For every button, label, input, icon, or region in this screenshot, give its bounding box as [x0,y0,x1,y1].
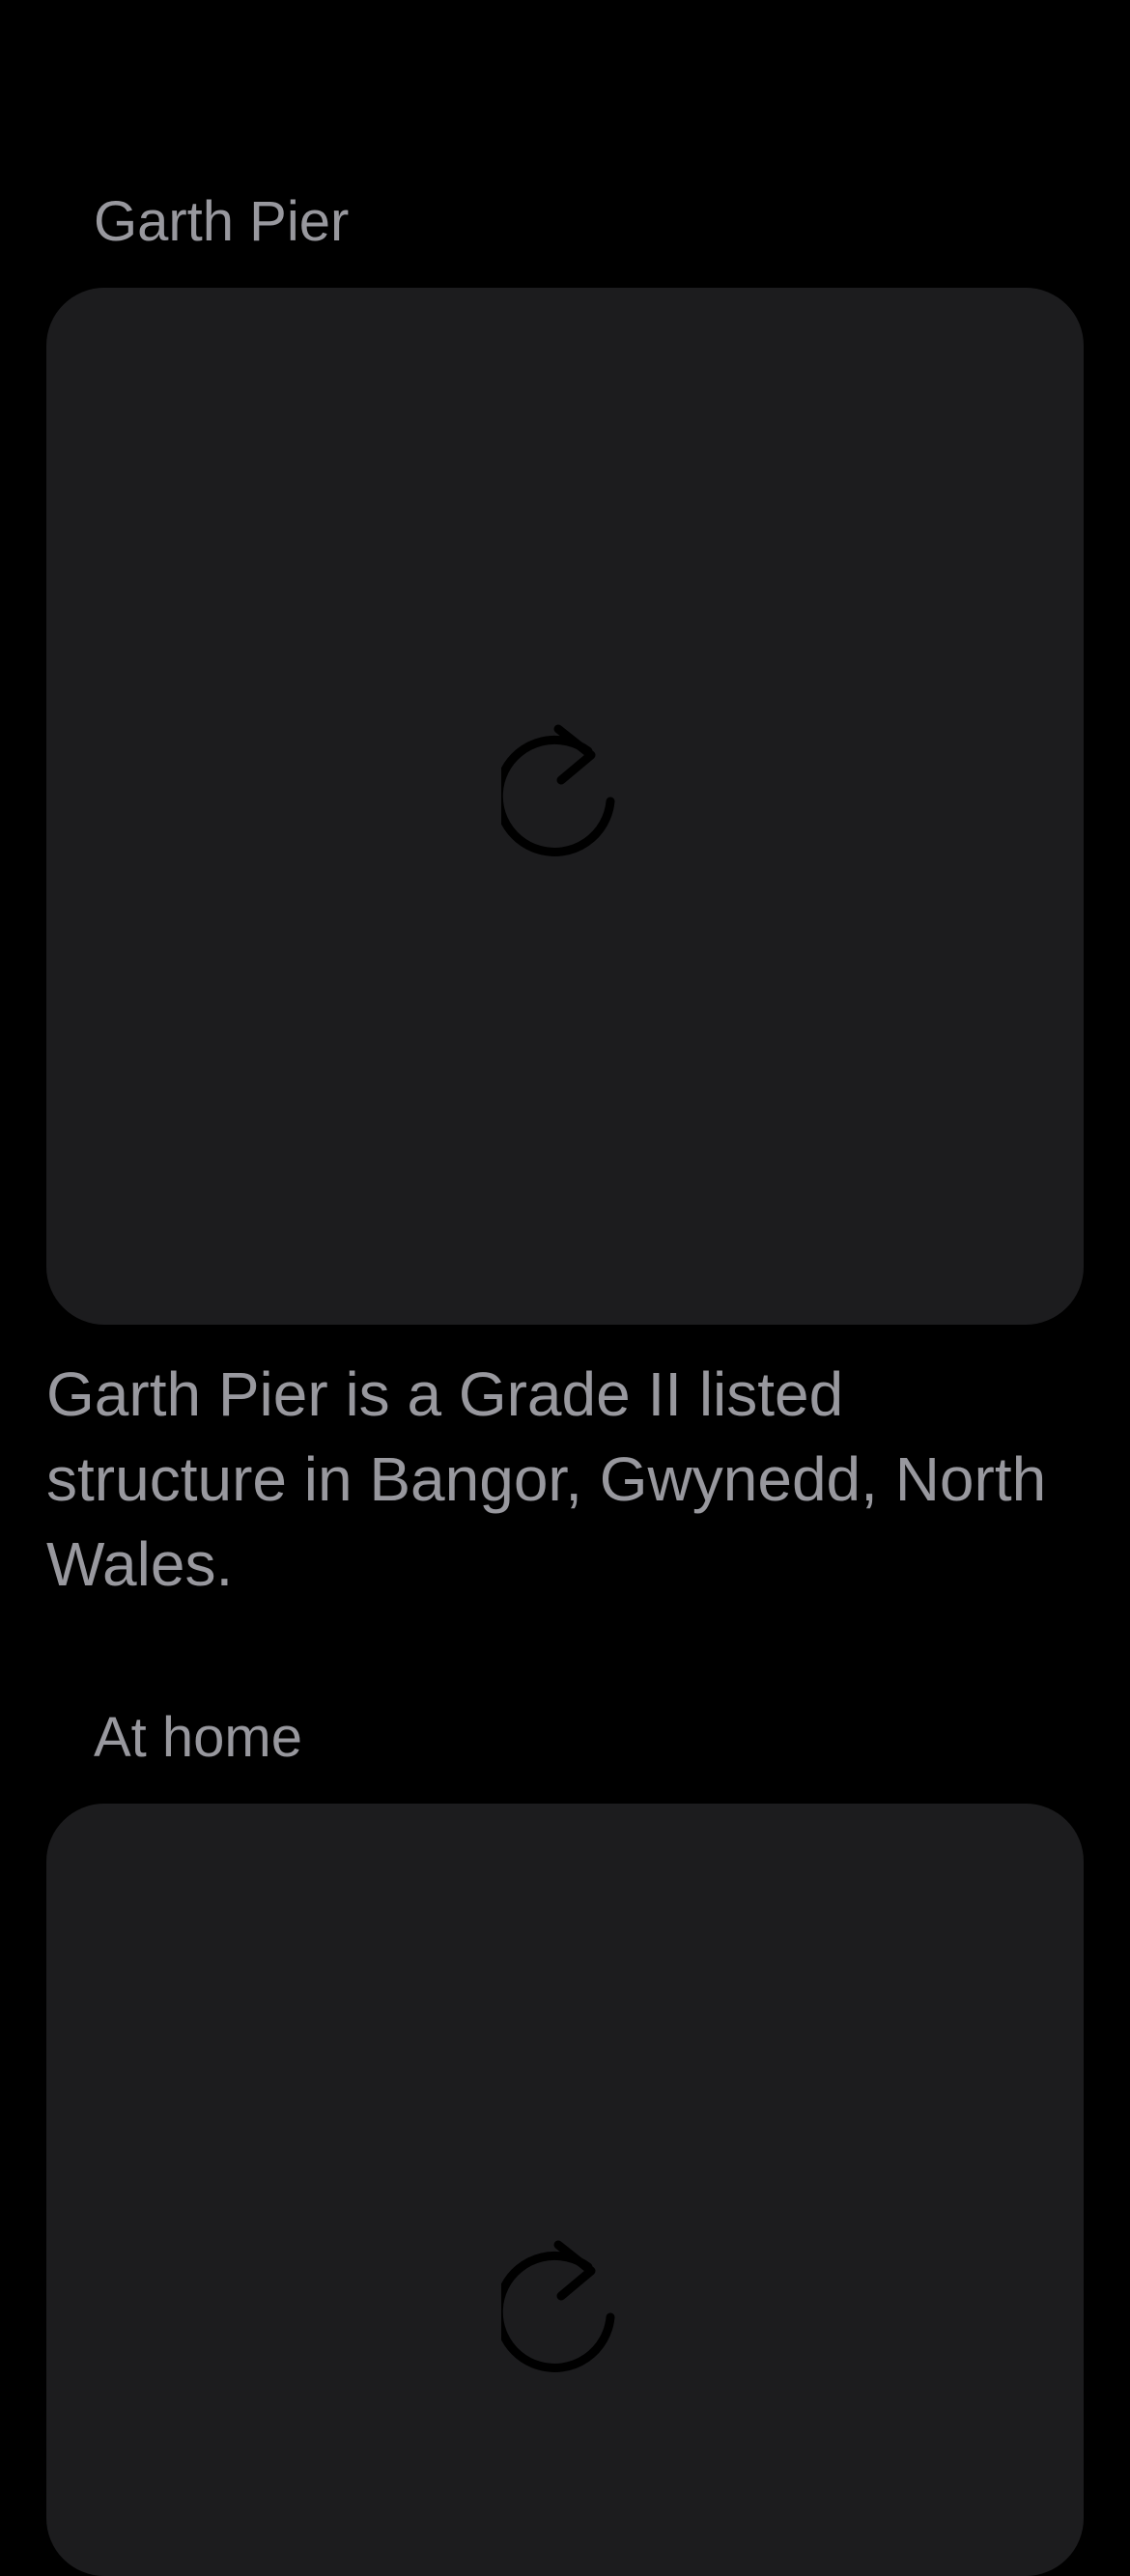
section-title-at-home: At home [94,1706,302,1769]
section-title-garth-pier: Garth Pier [94,190,350,253]
reload-icon[interactable] [501,2240,627,2385]
caption-garth-pier: Garth Pier is a Grade II listed structur… [46,1359,1047,1599]
image-card-at-home[interactable] [46,1804,1084,2576]
image-card-garth-pier[interactable] [46,288,1084,1325]
reload-icon[interactable] [501,724,627,869]
